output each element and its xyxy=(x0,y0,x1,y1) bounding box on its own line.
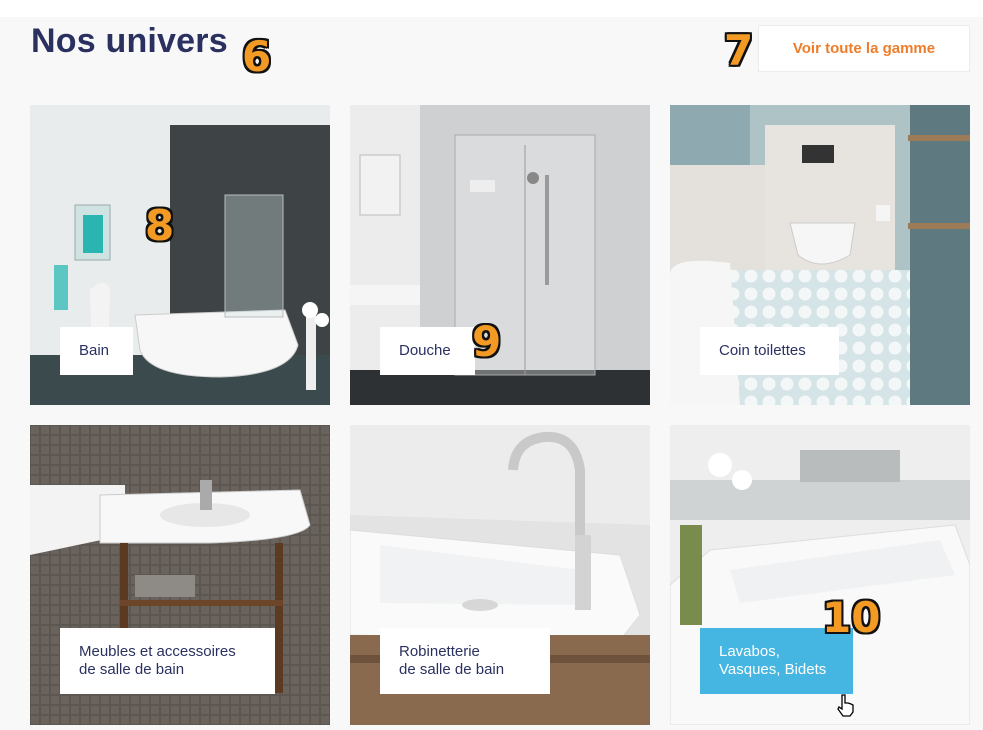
tile-label-line2: de salle de bain xyxy=(399,661,505,678)
tile-label-line1: Meubles et accessoires xyxy=(79,643,236,660)
tile-meubles[interactable]: Meubles et accessoires de salle de bain xyxy=(30,425,330,725)
tile-coin-toilettes[interactable]: Coin toilettes xyxy=(670,105,970,405)
tile-label: Robinetterie de salle de bain xyxy=(380,628,550,694)
tile-label-line1: Robinetterie xyxy=(399,643,480,660)
tile-label-line2: Vasques, Bidets xyxy=(719,661,827,678)
tile-label: Bain xyxy=(60,327,133,375)
tile-label: Meubles et accessoires de salle de bain xyxy=(60,628,275,694)
annotation-marker-8: 8 xyxy=(145,201,175,250)
annotation-marker-6: 6 xyxy=(242,32,272,81)
tile-label-line1: Lavabos, xyxy=(719,643,780,660)
tile-lavabos[interactable]: Lavabos, Vasques, Bidets 10 xyxy=(670,425,970,725)
annotation-marker-10: 10 xyxy=(822,593,881,642)
tile-label: Coin toilettes xyxy=(700,327,839,375)
see-all-range-button[interactable]: Voir toute la gamme xyxy=(758,25,970,72)
tile-label: Douche xyxy=(380,327,475,375)
tile-label-line2: de salle de bain xyxy=(79,661,185,678)
annotation-marker-9: 9 xyxy=(472,317,502,366)
tile-bain[interactable]: Bain 8 xyxy=(30,105,330,405)
tile-robinetterie[interactable]: Robinetterie de salle de bain xyxy=(350,425,650,725)
section-title: Nos univers xyxy=(31,22,228,60)
hand-cursor-icon xyxy=(837,694,854,717)
annotation-marker-7: 7 xyxy=(724,26,754,75)
tile-douche[interactable]: Douche 9 xyxy=(350,105,650,405)
